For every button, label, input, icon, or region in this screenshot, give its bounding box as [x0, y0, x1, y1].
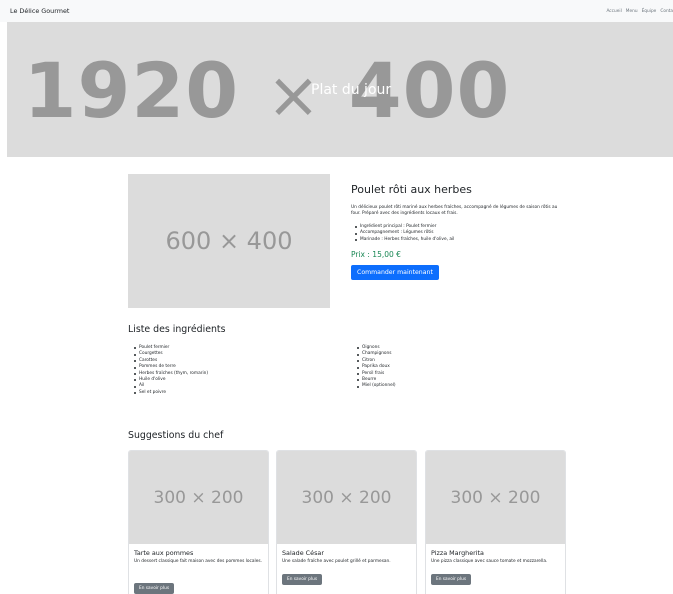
ingredients-list-right: Oignons Champignons Citron Paprika doux …: [351, 345, 396, 390]
dish-image: 600 × 400: [128, 174, 330, 308]
dish-details-list: Ingrédient principal : Poulet fermier Ac…: [351, 224, 571, 243]
brand-link[interactable]: Le Délice Gourmet: [10, 7, 69, 15]
learn-more-button[interactable]: En savoir plus: [431, 574, 472, 585]
dish-image-placeholder: 600 × 400: [165, 227, 293, 255]
suggestion-card-pizza: 300 × 200 Pizza Margherita Une pizza cla…: [425, 450, 566, 594]
card-title: Salade César: [282, 549, 324, 557]
card-title: Tarte aux pommes: [134, 549, 194, 557]
learn-more-button[interactable]: En savoir plus: [282, 574, 323, 585]
dish-detail-item: Marinade : Herbes fraîches, huile d'oliv…: [351, 237, 571, 243]
nav-link-accueil[interactable]: Accueil: [606, 9, 621, 14]
order-now-button[interactable]: Commander maintenant: [351, 265, 439, 281]
suggestion-card-salade: 300 × 200 Salade César Une salade fraîch…: [276, 450, 417, 594]
hero-image-placeholder: 1920 × 400: [7, 46, 527, 135]
ingredients-title: Liste des ingrédients: [128, 324, 226, 335]
dish-info: Poulet rôti aux herbes Un délicieux poul…: [351, 183, 571, 281]
ingredients-list-left: Poulet fermier Courgettes Carottes Pomme…: [128, 345, 208, 396]
nav-link-contact[interactable]: Conta: [660, 9, 673, 14]
nav-link-menu[interactable]: Menu: [626, 9, 638, 14]
card-text: Une pizza classique avec sauce tomate et…: [431, 559, 548, 564]
card-image: 300 × 200: [129, 451, 268, 544]
ingredient-item: Sel et poivre: [128, 390, 208, 396]
card-text: Un dessert classique fait maison avec de…: [134, 559, 262, 564]
hero-banner: 1920 × 400 Plat du jour: [7, 22, 673, 157]
card-text: Une salade fraîche avec poulet grillé et…: [282, 559, 391, 564]
card-image: 300 × 200: [426, 451, 565, 544]
hero-title: Plat du jour: [311, 82, 392, 98]
learn-more-button[interactable]: En savoir plus: [134, 583, 175, 594]
card-image-placeholder: 300 × 200: [153, 487, 244, 508]
dish-description: Un délicieux poulet rôti mariné aux herb…: [351, 205, 558, 217]
dish-title: Poulet rôti aux herbes: [351, 183, 472, 196]
card-image: 300 × 200: [277, 451, 416, 544]
card-title: Pizza Margherita: [431, 549, 484, 557]
hero-placeholder-width: 1920: [23, 46, 240, 135]
nav-links: Accueil Menu Équipe Conta: [602, 9, 673, 14]
suggestion-card-tarte: 300 × 200 Tarte aux pommes Un dessert cl…: [128, 450, 269, 594]
card-image-placeholder: 300 × 200: [450, 487, 541, 508]
dish-price: Prix : 15,00 €: [351, 250, 401, 260]
navbar: Le Délice Gourmet Accueil Menu Équipe Co…: [0, 0, 673, 22]
nav-link-equipe[interactable]: Équipe: [642, 9, 657, 14]
card-image-placeholder: 300 × 200: [301, 487, 392, 508]
ingredient-item: Miel (optionnel): [351, 383, 396, 389]
suggestions-title: Suggestions du chef: [128, 430, 224, 441]
